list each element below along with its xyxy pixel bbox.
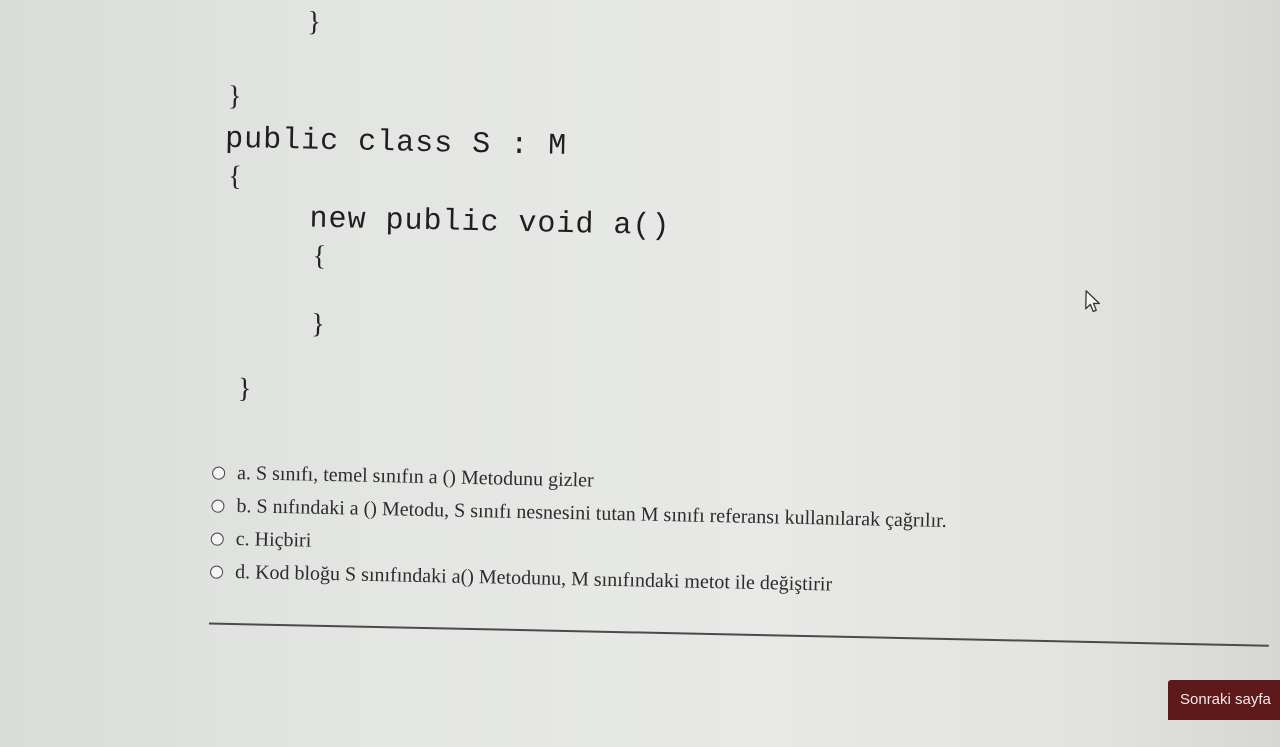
code-line-close-method: }	[310, 308, 326, 340]
code-line-method-declaration: new public void a()	[309, 202, 671, 245]
answer-label[interactable]: a. S sınıfı, temel sınıfın a () Metodunu…	[237, 462, 594, 492]
radio-button[interactable]	[209, 565, 224, 579]
mouse-cursor-icon	[1085, 290, 1101, 313]
code-line-close-method: }	[307, 6, 322, 38]
radio-button[interactable]	[212, 466, 226, 480]
code-block: } } public class S : M { new public void…	[0, 0, 1280, 404]
next-page-button[interactable]: Sonraki sayfa	[1168, 680, 1280, 720]
quiz-page: } } public class S : M { new public void…	[0, 0, 1280, 747]
code-line-close-class: }	[237, 373, 252, 405]
code-line-close-class: }	[227, 80, 242, 113]
code-line-class-declaration: public class S : M	[224, 122, 568, 164]
answer-options: a. S sınıfı, temel sınıfın a () Metodunu…	[209, 457, 948, 604]
answer-label[interactable]: c. Hiçbiri	[236, 528, 312, 553]
code-line-open-class: {	[228, 160, 243, 193]
code-line-open-method: {	[312, 240, 327, 272]
radio-button[interactable]	[211, 499, 225, 513]
answer-label[interactable]: d. Kod bloğu S sınıfındaki a() Metodunu,…	[235, 561, 833, 597]
radio-button[interactable]	[210, 532, 224, 546]
section-divider	[208, 622, 1269, 647]
